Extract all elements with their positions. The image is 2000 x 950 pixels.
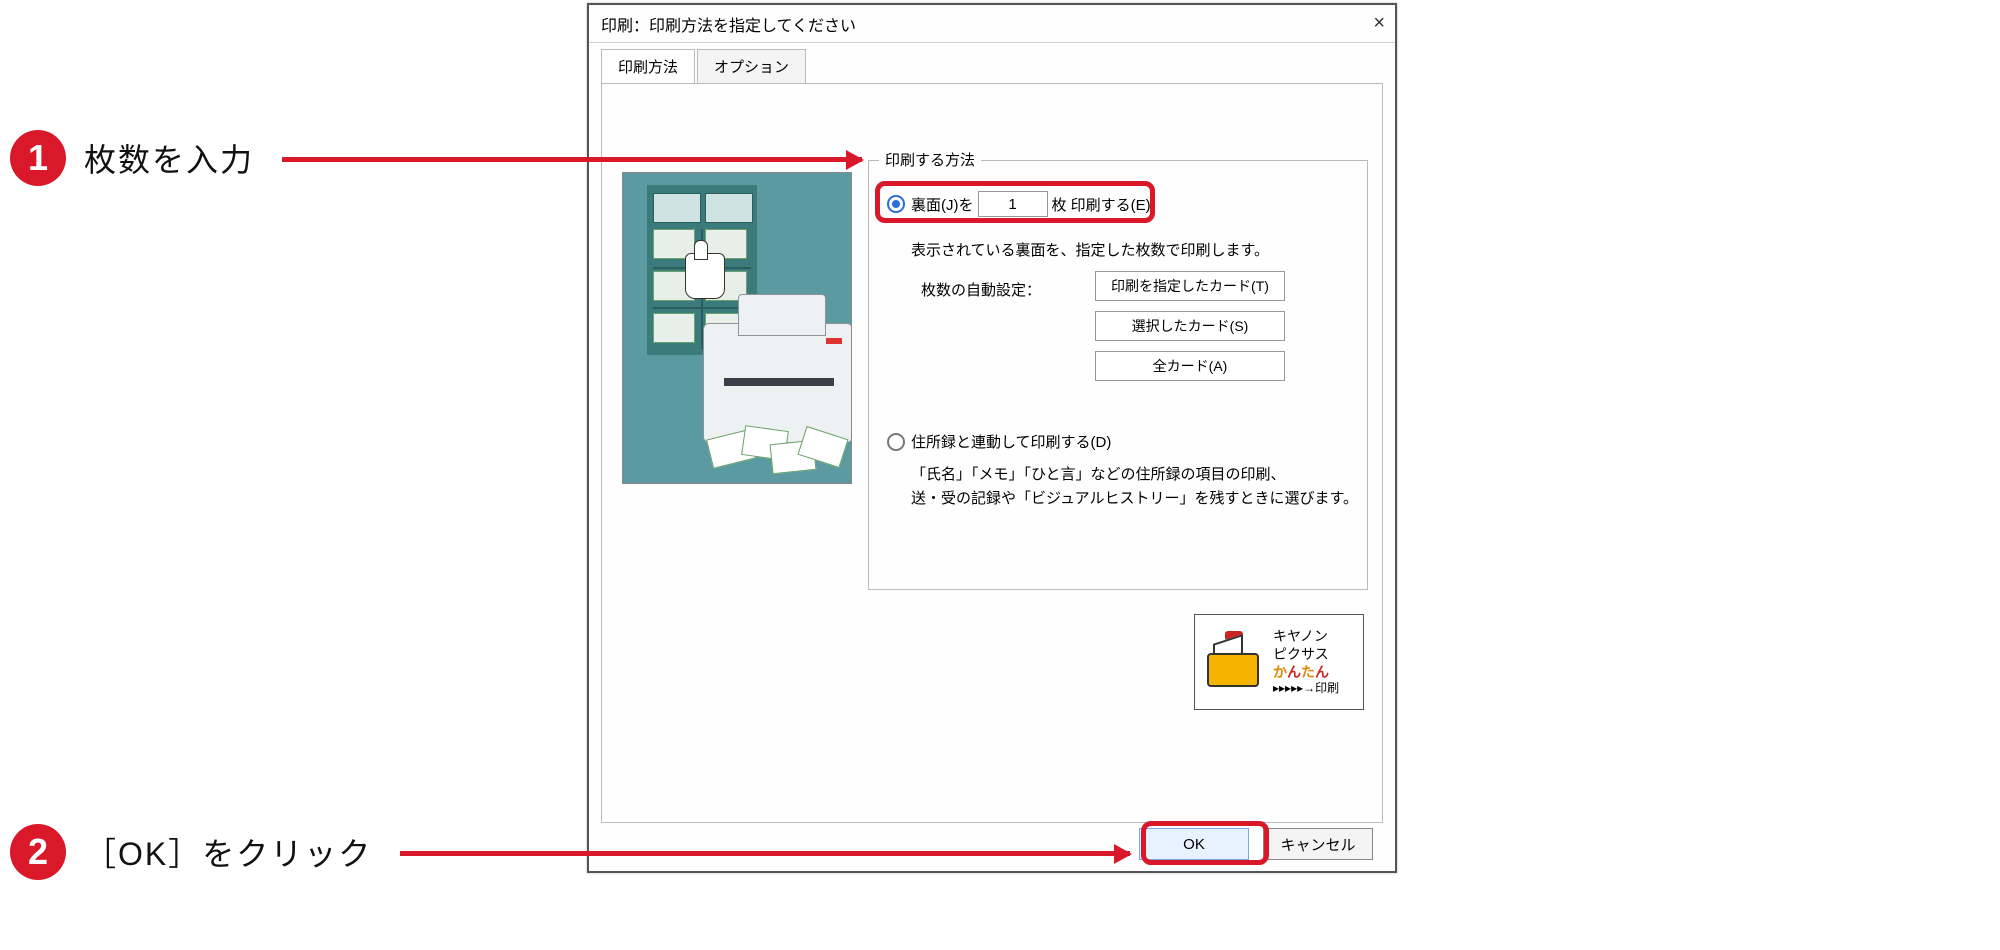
banner-line2: ピクサス xyxy=(1273,645,1339,663)
hand-cursor-icon xyxy=(685,253,725,299)
row1-suffix: 枚 印刷する(E) xyxy=(1052,194,1151,215)
step-badge-1: 1 xyxy=(10,130,66,186)
btn-specified-cards[interactable]: 印刷を指定したカード(T) xyxy=(1095,271,1285,301)
tab-option[interactable]: オプション xyxy=(697,49,806,83)
highlight-ok xyxy=(1141,821,1269,865)
row1-desc: 表示されている裏面を、指定した枚数で印刷します。 xyxy=(911,239,1269,263)
paper-pile-icon xyxy=(709,428,849,478)
banner-text: キヤノン ピクサス かんたん ▸▸▸▸▸→印刷 xyxy=(1273,627,1339,697)
radio-linked-addressbook[interactable] xyxy=(887,433,905,451)
tab-print-method[interactable]: 印刷方法 xyxy=(601,49,695,83)
dialog-footer: OK キャンセル xyxy=(589,817,1395,871)
callout-line-2 xyxy=(400,851,1130,856)
print-method-group: 印刷する方法 裏面(J)を 枚 印刷する(E) 表示されている裏面を、指定した枚… xyxy=(868,160,1368,590)
dialog-title: 印刷：印刷方法を指定してください xyxy=(601,12,856,36)
row2-label: 住所録と連動して印刷する(D) xyxy=(911,431,1111,452)
row2-desc1: 「氏名」「メモ」「ひと言」などの住所録の項目の印刷、 xyxy=(911,463,1286,487)
callout-step1: 1 枚数を入力 xyxy=(10,130,254,186)
close-icon[interactable]: × xyxy=(1373,12,1385,35)
printer-icon xyxy=(703,323,852,443)
callout-line-1 xyxy=(282,157,862,162)
tab-strip: 印刷方法 オプション xyxy=(589,43,1395,83)
titlebar: 印刷：印刷方法を指定してください × xyxy=(589,5,1395,43)
autoset-buttons: 印刷を指定したカード(T) 選択したカード(S) 全カード(A) xyxy=(1095,271,1285,381)
print-dialog: 印刷：印刷方法を指定してください × 印刷方法 オプション 印刷する xyxy=(587,3,1397,873)
copies-input[interactable] xyxy=(978,191,1048,217)
printer-logo-icon xyxy=(1201,627,1265,697)
step-badge-2: 2 xyxy=(10,824,66,880)
autoset-label: 枚数の自動設定： xyxy=(921,279,1041,300)
row2-desc2: 送・受の記録や「ビジュアルヒストリー」を残すときに選びます。 xyxy=(911,487,1358,511)
radio-back-face[interactable] xyxy=(887,195,905,213)
cancel-button[interactable]: キャンセル xyxy=(1263,828,1373,860)
banner-line1: キヤノン xyxy=(1273,627,1339,645)
tab-sheet: 印刷する方法 裏面(J)を 枚 印刷する(E) 表示されている裏面を、指定した枚… xyxy=(601,83,1383,823)
step-text-1: 枚数を入力 xyxy=(84,135,254,181)
step-text-2: ［OK］をクリック xyxy=(84,829,372,875)
btn-selected-cards[interactable]: 選択したカード(S) xyxy=(1095,311,1285,341)
canon-pixus-banner: キヤノン ピクサス かんたん ▸▸▸▸▸→印刷 xyxy=(1194,614,1364,710)
row1-prefix: 裏面(J)を xyxy=(911,194,974,215)
group-title: 印刷する方法 xyxy=(879,149,981,170)
callout-step2: 2 ［OK］をクリック xyxy=(10,824,372,880)
banner-arrow: ▸▸▸▸▸→印刷 xyxy=(1273,681,1339,697)
banner-kantan: かんたん xyxy=(1273,663,1339,681)
preview-illustration xyxy=(622,172,852,484)
btn-all-cards[interactable]: 全カード(A) xyxy=(1095,351,1285,381)
